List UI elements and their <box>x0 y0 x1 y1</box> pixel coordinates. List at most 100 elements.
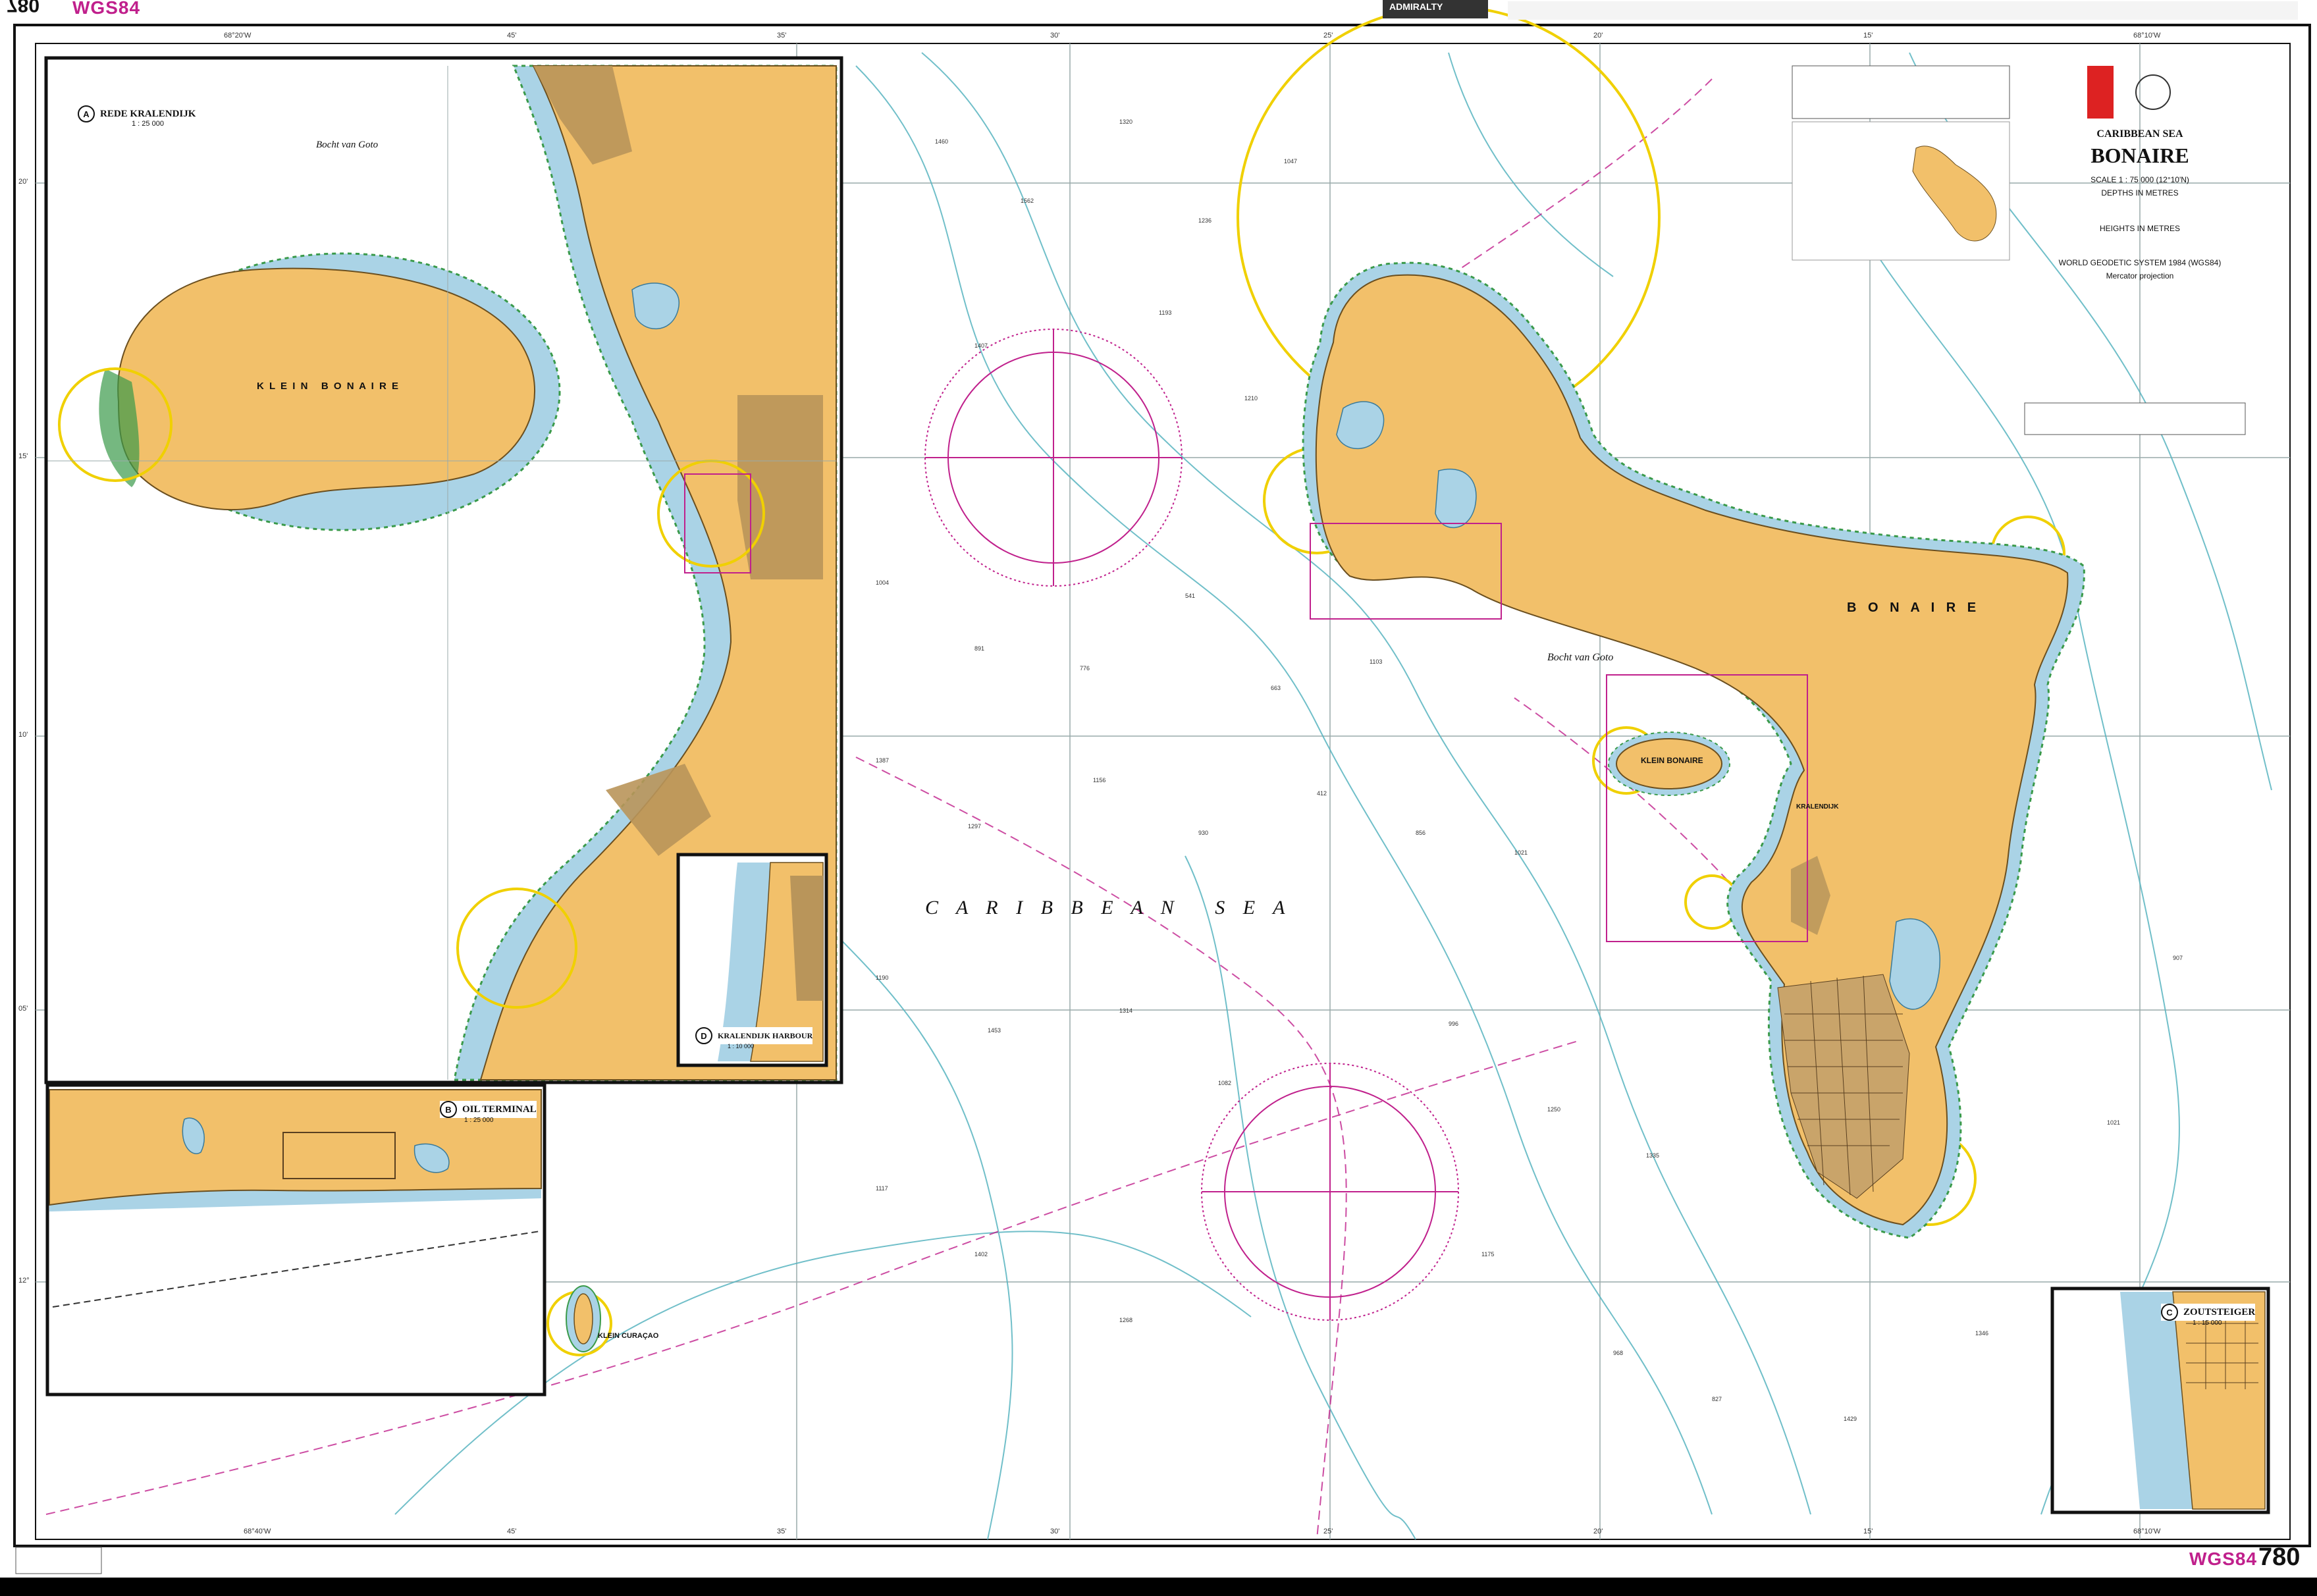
lon-label-top-8: 68°10'W <box>2133 32 2161 40</box>
sounding: 1193 <box>1159 309 1172 316</box>
sounding: 1175 <box>1481 1251 1495 1258</box>
inset-a-bocht-label: Bocht van Goto <box>316 140 379 150</box>
sounding: 1117 <box>876 1185 888 1192</box>
sounding: 1250 <box>1547 1106 1561 1113</box>
title-datum: WORLD GEODETIC SYSTEM 1984 (WGS84) <box>2058 258 2222 267</box>
edition-box <box>15 1547 102 1574</box>
sounding: 1562 <box>1021 198 1034 204</box>
sounding: 1047 <box>1284 158 1298 165</box>
lon-label-bottom-4: 30' <box>1050 1528 1060 1535</box>
flag-badge <box>2087 66 2114 119</box>
lat-label-1: 20' <box>18 178 28 186</box>
label-klein-curacao: KLEIN CURAÇAO <box>598 1332 659 1340</box>
bottom-bar <box>0 1578 2317 1596</box>
admiralty-label: ADMIRALTY <box>1389 1 1443 12</box>
lon-label-top-1: 68°20'W <box>224 32 252 40</box>
inset-a-title: REDE KRALENDIJK <box>100 108 196 119</box>
lat-label-2: 15' <box>18 452 28 460</box>
sounding: 1297 <box>968 823 982 830</box>
inset-c-scale: 1 : 15 000 <box>2193 1319 2222 1327</box>
title-scale: SCALE 1 : 75 000 (12°10'N) <box>2091 175 2189 184</box>
inset-b <box>45 1083 546 1396</box>
title-heights: HEIGHTS IN METRES <box>2099 224 2180 233</box>
title-region: CARIBBEAN SEA <box>2096 128 2183 140</box>
sounding: 1387 <box>876 757 890 764</box>
title-main: BONAIRE <box>2091 144 2189 167</box>
lon-label-top-2: 45' <box>507 32 517 40</box>
sounding: 907 <box>2173 955 2183 961</box>
lon-label-bottom-7: 15' <box>1863 1528 1873 1535</box>
chart-number-bottom: 780 <box>2258 1543 2301 1571</box>
inset-d-label: D KRALENDIJK HARBOUR <box>695 1027 813 1044</box>
sounding: 1429 <box>1844 1416 1857 1422</box>
label-bocht-van-goto: Bocht van Goto <box>1547 652 1614 663</box>
lon-label-top-3: 35' <box>777 32 787 40</box>
inset-c-label: C ZOUTSTEIGER <box>2161 1304 2256 1321</box>
lat-label-4: 05' <box>18 1005 28 1013</box>
zoc-table <box>1792 65 2010 119</box>
sounding: 1190 <box>876 974 889 981</box>
lon-label-top-7: 15' <box>1863 32 1873 40</box>
sounding: 891 <box>974 645 985 652</box>
sounding: 1335 <box>1646 1152 1660 1159</box>
inset-a-klein-bonaire-label: K L E I N B O N A I R E <box>257 381 400 392</box>
inset-b-scale: 1 : 25 000 <box>464 1117 494 1124</box>
inset-c-letter: C <box>2161 1304 2178 1321</box>
sounding: 1210 <box>1244 395 1258 402</box>
title-panel <box>1817 66 2239 72</box>
inset-b-label: B OIL TERMINAL <box>440 1101 537 1118</box>
lon-label-bottom-3: 35' <box>777 1528 787 1535</box>
inset-c <box>2050 1287 2270 1514</box>
sounding: 1103 <box>1370 658 1383 665</box>
lon-label-bottom-1: 68°40'W <box>244 1528 271 1535</box>
sounding: 1320 <box>1119 119 1133 125</box>
sounding: 827 <box>1712 1396 1722 1402</box>
lon-label-bottom-8: 68°10'W <box>2133 1528 2161 1535</box>
inset-d-title: KRALENDIJK HARBOUR <box>718 1030 813 1040</box>
inset-b-letter: B <box>440 1101 457 1118</box>
inset-b-title: OIL TERMINAL <box>462 1104 537 1115</box>
nautical-chart <box>13 0 2311 1574</box>
publisher-notes-top <box>1508 1 2298 20</box>
sounding: 1021 <box>1514 849 1528 856</box>
sounding: 1453 <box>988 1027 1001 1034</box>
sounding: 1402 <box>974 1251 988 1258</box>
sounding: 1314 <box>1119 1007 1133 1014</box>
sounding: 1004 <box>876 579 890 586</box>
sounding: 663 <box>1271 685 1281 691</box>
title-depths: DEPTHS IN METRES <box>2101 188 2179 198</box>
inset-d-scale: 1 : 10 000 <box>728 1043 755 1050</box>
lon-label-top-4: 30' <box>1050 32 1060 40</box>
lat-label-5: 12° <box>18 1277 30 1285</box>
inset-a-scale: 1 : 25 000 <box>132 120 164 128</box>
sounding: 1082 <box>1218 1080 1232 1086</box>
label-kralendijk: KRALENDIJK <box>1796 803 1839 811</box>
lon-label-top-5: 25' <box>1323 32 1333 40</box>
sounding: 1156 <box>1093 777 1106 784</box>
sounding: 1236 <box>1198 217 1212 224</box>
title-projection: Mercator projection <box>2106 271 2174 280</box>
sounding: 968 <box>1613 1350 1624 1356</box>
klein-curacao-island <box>573 1293 593 1344</box>
sounding: 930 <box>1198 830 1209 836</box>
sounding: 776 <box>1080 665 1090 672</box>
label-klein-bonaire-main: KLEIN BONAIRE <box>1641 756 1703 765</box>
sounding: 1268 <box>1119 1317 1133 1323</box>
sounding: 996 <box>1449 1021 1459 1027</box>
chart-number-top: 780 <box>7 0 40 16</box>
inset-a-lagoon <box>631 282 680 330</box>
lac-bay <box>1889 918 1941 1010</box>
datum-label-bottom: WGS84 <box>2189 1549 2258 1569</box>
label-caribbean-sea: C A R I B B E A N S E A <box>925 897 1292 918</box>
inset-c-title: ZOUTSTEIGER <box>2183 1306 2256 1317</box>
sounding: 1407 <box>974 342 988 349</box>
inset-a-letter: A <box>78 105 95 122</box>
datum-label-top: WGS84 <box>72 0 141 18</box>
lon-label-top-6: 20' <box>1593 32 1603 40</box>
sounding: 856 <box>1416 830 1426 836</box>
inset-d-letter: D <box>695 1027 712 1044</box>
lagoon-east <box>1435 468 1477 529</box>
sounding: 1346 <box>1975 1330 1989 1337</box>
lat-label-3: 10' <box>18 731 28 739</box>
tide-table <box>2024 402 2246 435</box>
